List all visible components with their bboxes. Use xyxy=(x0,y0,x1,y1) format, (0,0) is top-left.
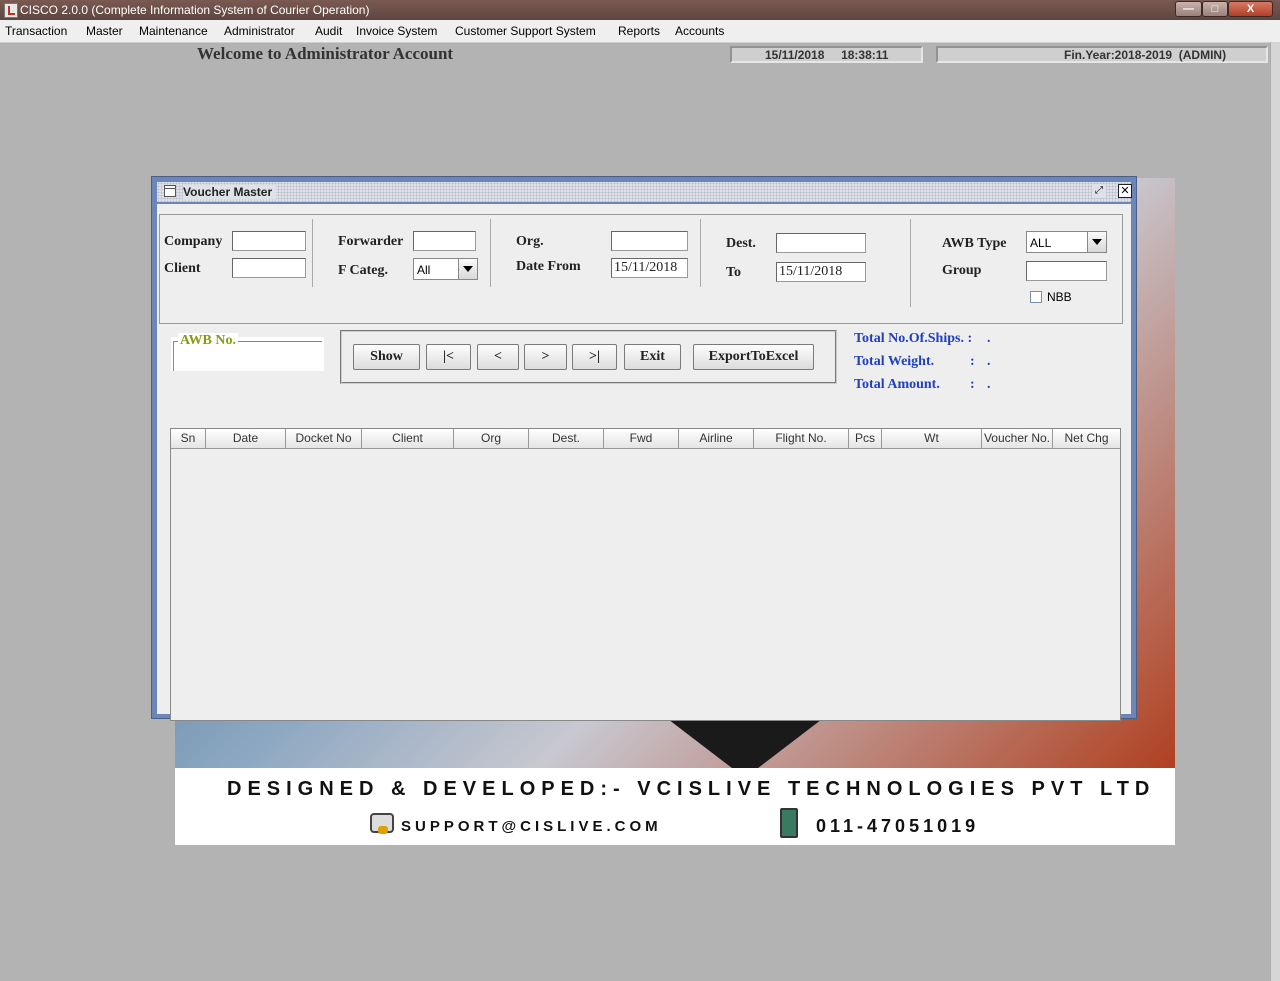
total-weight-label: Total Weight. xyxy=(854,354,935,369)
menu-transaction[interactable]: Transaction xyxy=(5,24,67,38)
menu-accounts[interactable]: Accounts xyxy=(675,24,724,38)
column-header-wt[interactable]: Wt xyxy=(882,429,982,448)
total-weight-colon: : xyxy=(970,354,975,369)
table-header: Sn Date Docket No Client Org Dest. Fwd A… xyxy=(171,429,1120,449)
company-label: Company xyxy=(164,234,223,249)
awb-no-label: AWB No. xyxy=(178,333,239,349)
total-ships-label: Total No.Of.Ships. : xyxy=(854,331,973,346)
menu-maintenance[interactable]: Maintenance xyxy=(139,24,208,38)
column-header-voucher-no[interactable]: Voucher No. xyxy=(982,429,1053,448)
forwarder-input[interactable] xyxy=(413,231,476,251)
minimize-button[interactable]: — xyxy=(1175,1,1202,17)
voucher-master-window: Voucher Master ⤢ ✕ Company Client Forwar… xyxy=(151,176,1137,721)
to-label: To xyxy=(726,265,742,280)
awb-type-value: ALL xyxy=(1030,236,1052,250)
voucher-table[interactable]: Sn Date Docket No Client Org Dest. Fwd A… xyxy=(170,428,1121,721)
menu-invoice-system[interactable]: Invoice System xyxy=(356,24,437,38)
divider xyxy=(490,219,491,287)
nbb-label: NBB xyxy=(1047,290,1072,304)
chat-support-icon xyxy=(370,813,394,834)
last-record-button[interactable]: >| xyxy=(572,344,617,370)
fin-year-status: Fin.Year:2018-2019 (ADMIN) xyxy=(936,46,1268,63)
next-record-button[interactable]: > xyxy=(524,344,567,370)
voucher-master-title: Voucher Master xyxy=(183,185,277,199)
app-title: CISCO 2.0.0 (Complete Information System… xyxy=(20,3,370,17)
maximize-button[interactable]: □ xyxy=(1202,1,1228,17)
datetime-status: 15/11/2018 18:38:11 xyxy=(730,46,923,63)
group-label: Group xyxy=(942,263,982,278)
designed-by-text: DESIGNED & DEVELOPED:- VCISLIVE TECHNOLO… xyxy=(227,778,1156,800)
menu-audit[interactable]: Audit xyxy=(315,24,342,38)
desktop-scrollbar[interactable] xyxy=(1270,42,1280,981)
fin-year-text: Fin.Year:2018-2019 (ADMIN) xyxy=(1064,48,1227,62)
nbb-checkbox[interactable] xyxy=(1030,291,1042,303)
restore-icon[interactable]: ⤢ xyxy=(1092,184,1106,198)
column-header-dest[interactable]: Dest. xyxy=(529,429,604,448)
column-header-docket-no[interactable]: Docket No xyxy=(286,429,362,448)
datetime-text: 15/11/2018 18:38:11 xyxy=(765,48,889,62)
total-amount-colon: : xyxy=(970,377,975,392)
close-button[interactable]: X xyxy=(1228,1,1273,17)
forwarder-label: Forwarder xyxy=(338,234,404,249)
show-button[interactable]: Show xyxy=(353,344,420,370)
window-icon xyxy=(164,185,176,197)
date-from-label: Date From xyxy=(516,259,581,274)
close-icon: X xyxy=(1246,3,1255,15)
exit-button[interactable]: Exit xyxy=(624,344,681,370)
total-amount-label: Total Amount. xyxy=(854,377,940,392)
column-header-pcs[interactable]: Pcs xyxy=(849,429,882,448)
chevron-down-icon[interactable] xyxy=(1087,232,1106,252)
menu-customer-support-system[interactable]: Customer Support System xyxy=(455,24,596,38)
minimize-icon: — xyxy=(1183,3,1194,15)
mobile-phone-icon xyxy=(780,808,798,838)
export-to-excel-button[interactable]: ExportToExcel xyxy=(693,344,814,370)
java-app-icon xyxy=(4,3,18,18)
column-header-airline[interactable]: Airline xyxy=(679,429,754,448)
voucher-master-titlebar[interactable]: Voucher Master ⤢ ✕ xyxy=(157,182,1132,202)
divider xyxy=(312,219,313,287)
to-date-input[interactable]: 15/11/2018 xyxy=(776,262,866,282)
dest-input[interactable] xyxy=(776,233,866,253)
date-from-input[interactable]: 15/11/2018 xyxy=(611,258,688,278)
support-email: SUPPORT@CISLIVE.COM xyxy=(401,818,662,835)
divider xyxy=(700,219,701,287)
column-header-client[interactable]: Client xyxy=(362,429,454,448)
column-header-net-chg[interactable]: Net Chg xyxy=(1053,429,1120,448)
support-phone: 011-47051019 xyxy=(816,816,980,836)
close-window-icon[interactable]: ✕ xyxy=(1118,184,1132,198)
column-header-flight-no[interactable]: Flight No. xyxy=(754,429,849,448)
total-amount-value: . xyxy=(987,377,991,392)
org-input[interactable] xyxy=(611,231,688,251)
chevron-down-icon[interactable] xyxy=(458,259,477,279)
divider xyxy=(910,219,911,307)
voucher-master-content: Company Client Forwarder F Categ. All Or… xyxy=(157,204,1131,721)
first-record-button[interactable]: |< xyxy=(426,344,471,370)
total-weight-value: . xyxy=(987,354,991,369)
f-categ-select[interactable]: All xyxy=(413,258,478,280)
group-input[interactable] xyxy=(1026,261,1107,281)
menu-administrator[interactable]: Administrator xyxy=(224,24,295,38)
menu-bar: Transaction Master Maintenance Administr… xyxy=(0,20,1280,43)
maximize-icon: □ xyxy=(1211,3,1219,15)
app-title-bar: CISCO 2.0.0 (Complete Information System… xyxy=(0,0,1280,20)
menu-master[interactable]: Master xyxy=(86,24,123,38)
f-categ-label: F Categ. xyxy=(338,263,389,278)
column-header-fwd[interactable]: Fwd xyxy=(604,429,679,448)
previous-record-button[interactable]: < xyxy=(477,344,519,370)
total-ships-value: . xyxy=(987,331,991,346)
f-categ-value: All xyxy=(417,263,431,277)
welcome-heading: Welcome to Administrator Account xyxy=(197,44,454,63)
org-label: Org. xyxy=(516,234,544,249)
client-label: Client xyxy=(164,261,201,276)
column-header-date[interactable]: Date xyxy=(206,429,286,448)
client-input[interactable] xyxy=(232,258,306,278)
company-input[interactable] xyxy=(232,231,306,251)
dest-label: Dest. xyxy=(726,236,756,251)
awb-type-label: AWB Type xyxy=(942,236,1007,251)
column-header-org[interactable]: Org xyxy=(454,429,529,448)
awb-type-select[interactable]: ALL xyxy=(1026,231,1107,253)
menu-reports[interactable]: Reports xyxy=(618,24,660,38)
column-header-sn[interactable]: Sn xyxy=(171,429,206,448)
